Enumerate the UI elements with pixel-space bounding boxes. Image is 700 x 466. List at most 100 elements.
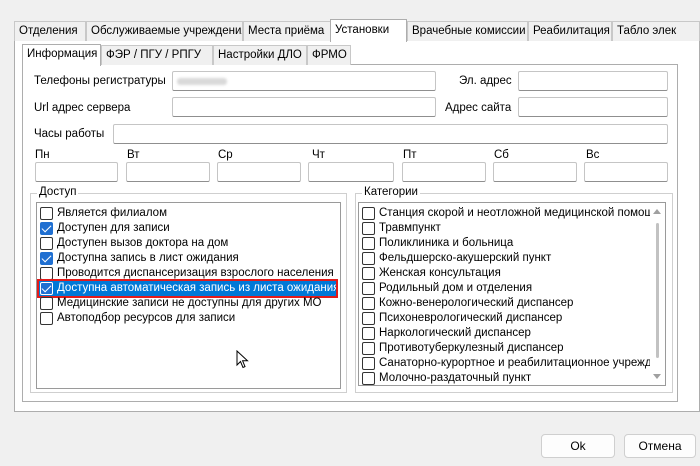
checkbox[interactable] <box>362 252 375 265</box>
category-item[interactable]: Наркологический диспансер <box>361 326 531 341</box>
checkbox[interactable] <box>362 282 375 295</box>
category-item[interactable]: Женская консультация <box>361 266 501 281</box>
category-item-label: Наркологический диспансер <box>379 327 531 339</box>
day-field-thu[interactable] <box>308 162 394 182</box>
tab-reception-places[interactable]: Места приёма <box>243 21 331 41</box>
ok-button[interactable]: Ok <box>541 434 615 458</box>
checkbox[interactable] <box>40 237 53 250</box>
category-item-label: Фельдшерско-акушерский пункт <box>379 252 552 264</box>
checkbox[interactable] <box>40 207 53 220</box>
day-field-tue[interactable] <box>126 162 210 182</box>
category-item-label: Травмпункт <box>379 222 441 234</box>
tab-information[interactable]: Информация <box>22 44 101 66</box>
tab-display-board[interactable]: Табло элек <box>612 21 700 41</box>
category-item[interactable]: Молочно-раздаточный пункт <box>361 371 532 385</box>
day-field-mon[interactable] <box>35 162 118 182</box>
phones-label: Телефоны регистратуры <box>34 75 166 87</box>
category-item[interactable]: Станция скорой и неотложной медицинской … <box>361 206 660 221</box>
category-item-label: Санаторно-курортное и реабилитационное у… <box>379 357 666 369</box>
categories-scrollbar[interactable] <box>650 203 665 385</box>
access-item-label: Доступен для записи <box>57 222 170 234</box>
phones-value-redacted <box>177 78 227 85</box>
checkbox[interactable] <box>362 207 375 220</box>
hours-field[interactable] <box>113 124 668 144</box>
category-item[interactable]: Психоневрологический диспансер <box>361 311 562 326</box>
site-field[interactable] <box>518 97 668 117</box>
categories-group-title: Категории <box>362 186 420 198</box>
category-item-label: Станция скорой и неотложной медицинской … <box>379 207 661 219</box>
top-tab-strip: Отделения Обслуживаемые учреждения Места… <box>14 19 700 42</box>
category-item-label: Молочно-раздаточный пункт <box>379 372 532 384</box>
checkbox-checked[interactable] <box>40 222 53 235</box>
category-item[interactable]: Травмпункт <box>361 221 441 236</box>
access-item[interactable]: Является филиалом <box>39 206 167 221</box>
tab-departments[interactable]: Отделения <box>14 21 86 41</box>
checkbox-checked[interactable] <box>40 252 53 265</box>
tab-served-institutions[interactable]: Обслуживаемые учреждения <box>86 21 243 41</box>
day-label-tue: Вт <box>127 149 140 161</box>
access-item[interactable]: Автоподбор ресурсов для записи <box>39 311 235 326</box>
checkbox[interactable] <box>362 267 375 280</box>
email-label: Эл. адрес <box>459 75 512 87</box>
access-item[interactable]: Медицинские записи не доступны для други… <box>39 296 321 311</box>
category-item-label: Психоневрологический диспансер <box>379 312 563 324</box>
url-field[interactable] <box>172 97 436 117</box>
checkbox[interactable] <box>362 222 375 235</box>
day-field-wed[interactable] <box>217 162 301 182</box>
scroll-up-arrow-icon[interactable] <box>653 209 661 214</box>
categories-list[interactable]: Станция скорой и неотложной медицинской … <box>358 202 666 386</box>
access-item[interactable]: Проводится диспансеризация взрослого нас… <box>39 266 334 281</box>
checkbox[interactable] <box>362 237 375 250</box>
cancel-button[interactable]: Отмена <box>624 434 696 458</box>
access-item-label: Является филиалом <box>57 207 167 219</box>
access-item[interactable]: Доступен для записи <box>39 221 170 236</box>
tab-medical-commissions[interactable]: Врачебные комиссии <box>407 21 528 41</box>
access-list[interactable]: Является филиалом Доступен для записи До… <box>36 202 341 389</box>
scroll-down-arrow-icon[interactable] <box>653 374 661 379</box>
checkbox[interactable] <box>362 312 375 325</box>
tab-frmo[interactable]: ФРМО <box>307 45 351 65</box>
access-item-label: Автоподбор ресурсов для записи <box>57 312 236 324</box>
access-group-title: Доступ <box>37 186 79 198</box>
category-item[interactable]: Кожно-венерологический диспансер <box>361 296 573 311</box>
checkbox[interactable] <box>40 267 53 280</box>
day-field-sun[interactable] <box>584 162 668 182</box>
checkbox-checked[interactable] <box>40 282 53 295</box>
tab-rehabilitation[interactable]: Реабилитация <box>528 21 612 41</box>
category-item[interactable]: Поликлиника и больница <box>361 236 513 251</box>
checkbox[interactable] <box>362 297 375 310</box>
day-label-wed: Ср <box>218 149 233 161</box>
tab-fer-pgu-rpgu[interactable]: ФЭР / ПГУ / РПГУ <box>101 45 213 65</box>
day-field-sat[interactable] <box>493 162 577 182</box>
category-item[interactable]: Санаторно-курортное и реабилитационное у… <box>361 356 666 371</box>
scroll-thumb[interactable] <box>656 223 659 358</box>
category-item[interactable]: Родильный дом и отделения <box>361 281 532 296</box>
checkbox[interactable] <box>362 342 375 355</box>
access-item-label: Проводится диспансеризация взрослого нас… <box>57 267 334 279</box>
mouse-cursor-icon <box>236 350 249 369</box>
tab-dlo-settings[interactable]: Настройки ДЛО <box>213 45 307 65</box>
email-field[interactable] <box>518 71 668 91</box>
checkbox[interactable] <box>362 327 375 340</box>
access-item-selected[interactable]: Доступна автоматическая запись из листа … <box>37 279 340 298</box>
category-item-label: Противотуберкулезный диспансер <box>379 342 564 354</box>
category-item[interactable]: Противотуберкулезный диспансер <box>361 341 564 356</box>
checkbox[interactable] <box>40 312 53 325</box>
day-field-fri[interactable] <box>402 162 486 182</box>
access-item[interactable]: Доступна запись в лист ожидания <box>39 251 239 266</box>
tab-settings[interactable]: Установки <box>330 19 407 42</box>
checkbox[interactable] <box>40 297 53 310</box>
day-label-thu: Чт <box>312 149 325 161</box>
hours-label: Часы работы <box>34 128 105 140</box>
category-item-label: Кожно-венерологический диспансер <box>379 297 574 309</box>
category-item[interactable]: Фельдшерско-акушерский пункт <box>361 251 551 266</box>
checkbox[interactable] <box>362 357 375 370</box>
checkbox[interactable] <box>362 372 375 385</box>
day-label-mon: Пн <box>35 149 50 161</box>
access-item[interactable]: Доступен вызов доктора на дом <box>39 236 228 251</box>
phones-field[interactable] <box>172 71 436 91</box>
access-item-label: Доступна автоматическая запись из листа … <box>57 282 340 294</box>
access-item-label: Доступна запись в лист ожидания <box>57 252 239 264</box>
day-label-sat: Сб <box>494 149 509 161</box>
category-item-label: Родильный дом и отделения <box>379 282 533 294</box>
